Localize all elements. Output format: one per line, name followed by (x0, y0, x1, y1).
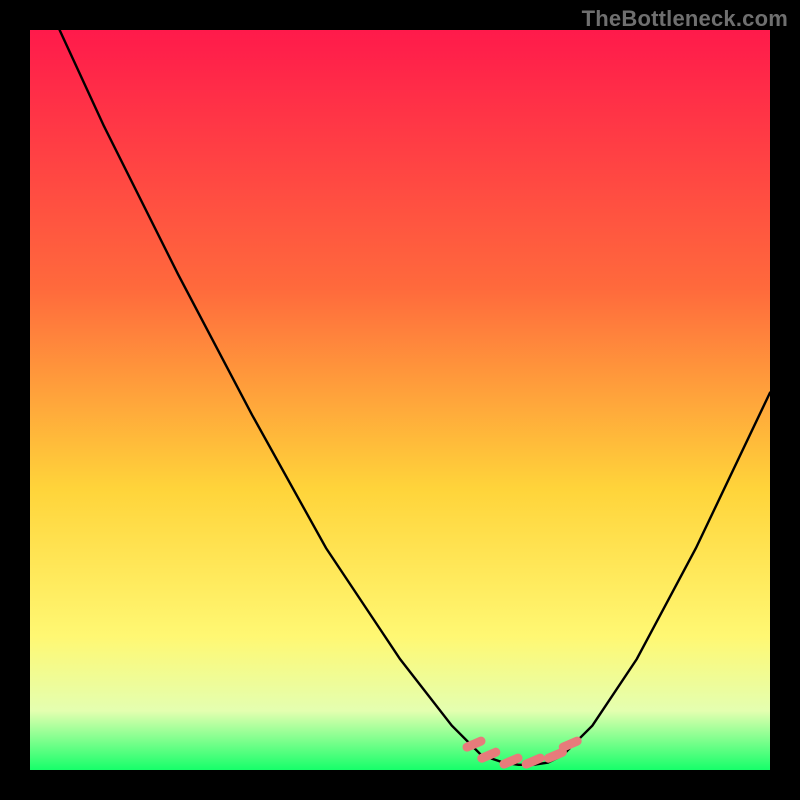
chart-frame (30, 30, 770, 770)
bottleneck-chart (30, 30, 770, 770)
optimum-marker (504, 758, 518, 764)
optimum-marker (563, 741, 577, 747)
optimum-marker (467, 741, 481, 747)
optimum-marker (526, 758, 540, 764)
optimum-marker (482, 752, 496, 758)
optimum-marker (548, 752, 562, 758)
watermark-text: TheBottleneck.com (582, 6, 788, 32)
